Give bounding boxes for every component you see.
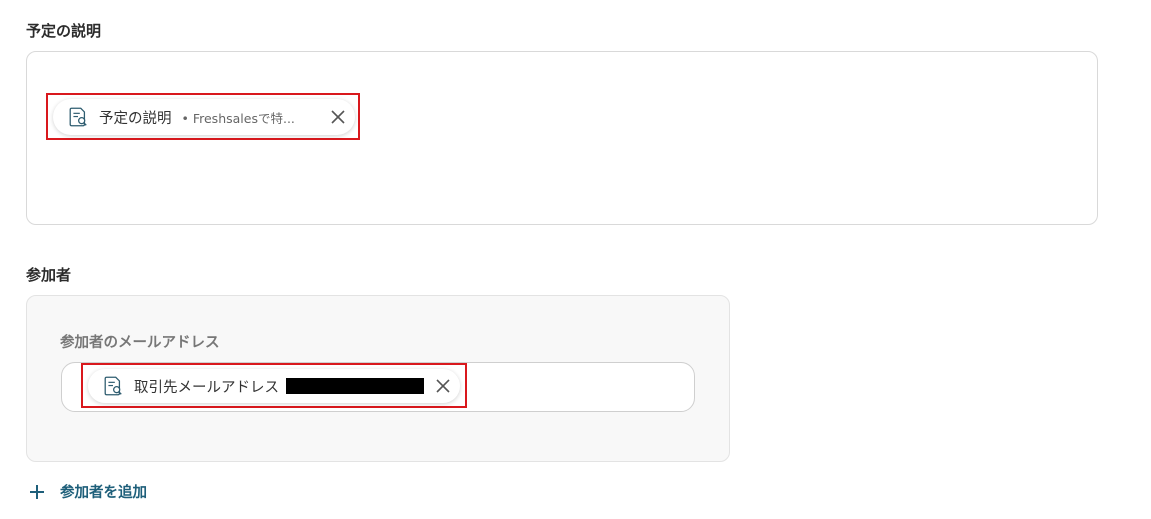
attendees-label: 参加者 bbox=[26, 266, 72, 284]
plus-icon bbox=[30, 484, 44, 499]
close-icon[interactable] bbox=[331, 110, 345, 124]
description-label: 予定の説明 bbox=[26, 22, 102, 40]
add-attendee-button[interactable]: 参加者を追加 bbox=[28, 481, 147, 502]
document-search-icon bbox=[104, 376, 122, 396]
add-attendee-label: 参加者を追加 bbox=[60, 485, 147, 501]
attendee-email-label: 参加者のメールアドレス bbox=[60, 335, 220, 351]
close-icon[interactable] bbox=[436, 379, 450, 393]
description-chip-detail: • Freshsalesで特... bbox=[181, 110, 295, 126]
redacted-value bbox=[286, 378, 424, 394]
attendee-chip-title: 取引先メールアドレス bbox=[134, 379, 279, 396]
description-chip-title: 予定の説明 bbox=[99, 110, 172, 127]
description-chip[interactable]: 予定の説明 • Freshsalesで特... bbox=[53, 99, 355, 135]
document-search-icon bbox=[69, 107, 87, 127]
attendee-email-chip[interactable]: 取引先メールアドレス bbox=[88, 369, 460, 403]
